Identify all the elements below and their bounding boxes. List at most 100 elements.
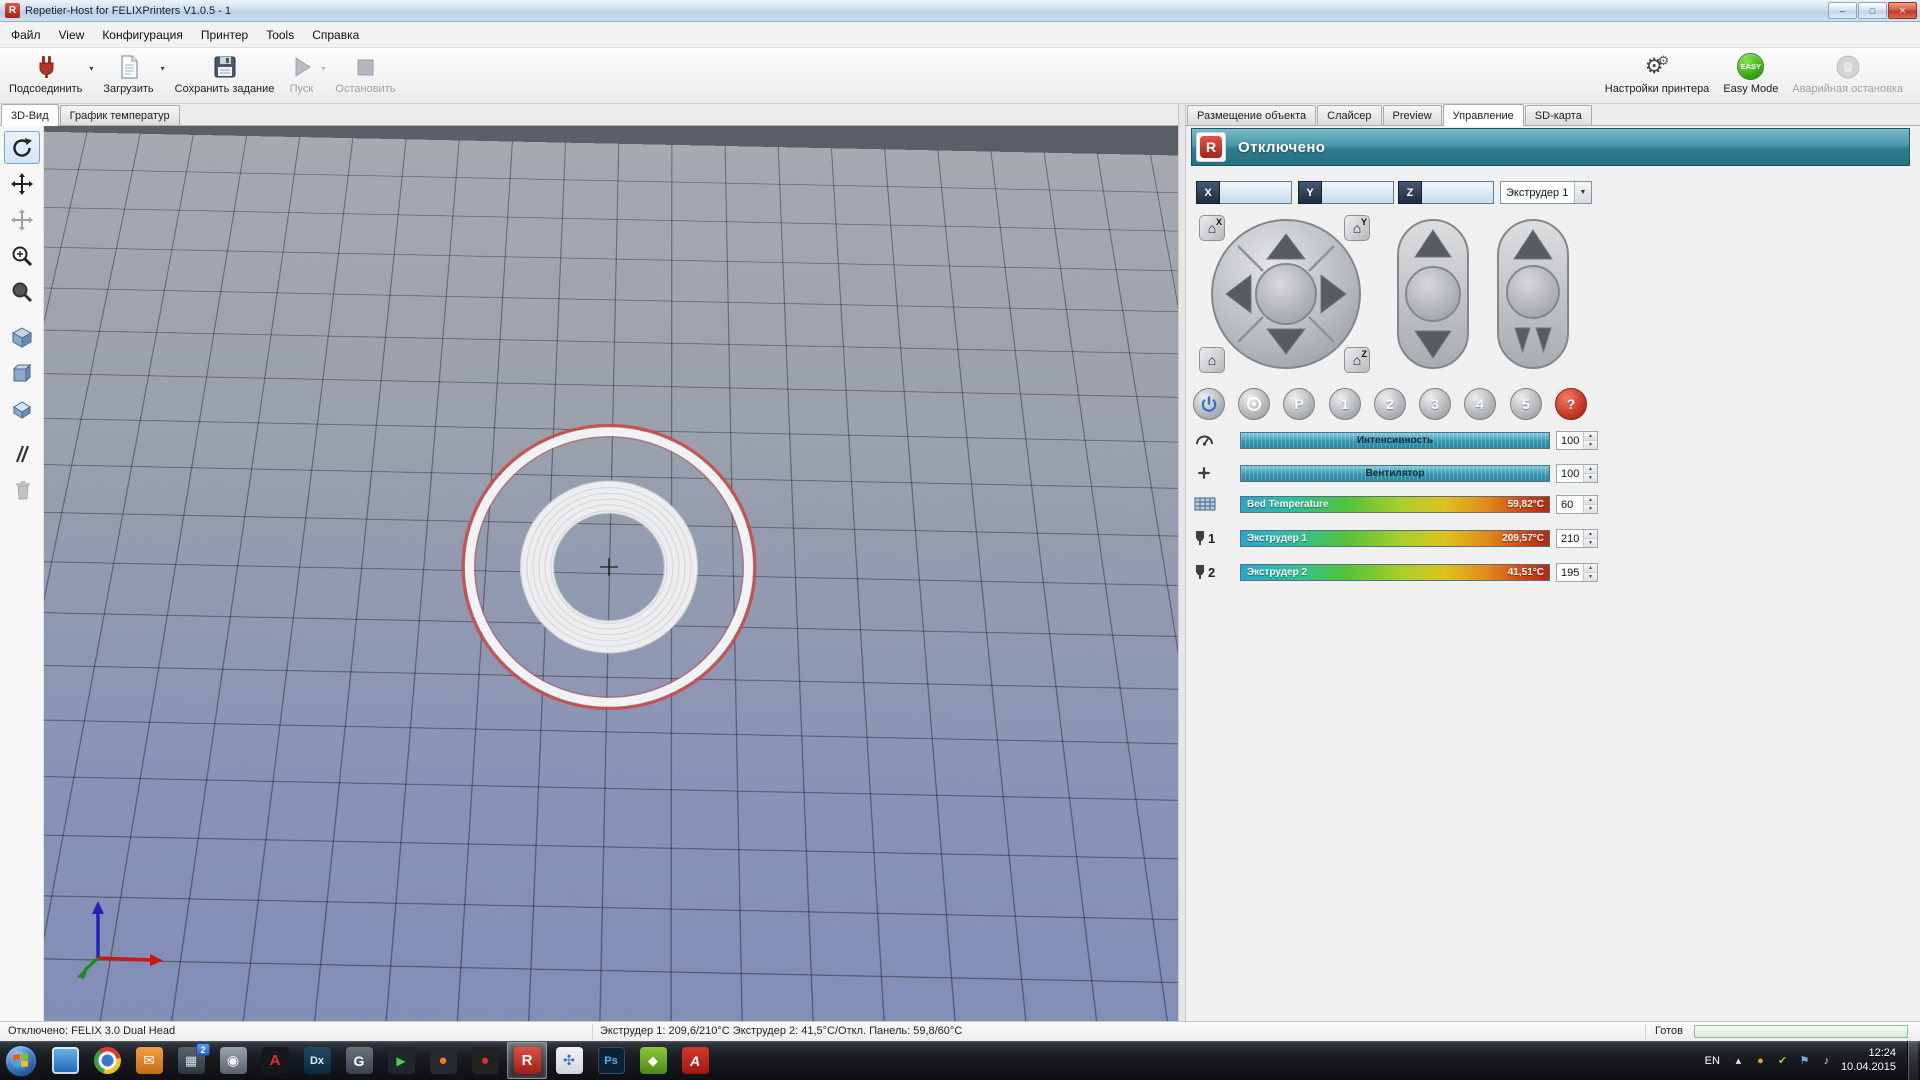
extruder1-temp-target[interactable]: 210 bbox=[1557, 530, 1583, 547]
taskbar-item-red-a[interactable]: A bbox=[255, 1042, 295, 1079]
script-5-button[interactable]: 5 bbox=[1510, 388, 1542, 420]
script-2-button[interactable]: 2 bbox=[1374, 388, 1406, 420]
tray-volume-icon[interactable]: ♪ bbox=[1819, 1055, 1834, 1067]
show-desktop-button[interactable] bbox=[1907, 1041, 1918, 1080]
spin-down-icon[interactable]: ▼ bbox=[1584, 473, 1597, 482]
pan-view-button[interactable] bbox=[4, 167, 40, 200]
taskbar-item-molecule[interactable]: ✣ bbox=[549, 1042, 589, 1079]
pane-splitter[interactable] bbox=[1178, 104, 1186, 1021]
3d-viewport[interactable] bbox=[44, 126, 1178, 1021]
load-button[interactable]: Загрузить bbox=[96, 49, 160, 102]
clock[interactable]: 12:24 10.04.2015 bbox=[1841, 1047, 1900, 1075]
tray-flag-icon[interactable]: ⚑ bbox=[1797, 1054, 1812, 1067]
extruder-select[interactable]: Экструдер 1 ▼ bbox=[1500, 181, 1592, 204]
isometric-view-button[interactable] bbox=[4, 320, 40, 353]
start-print-button[interactable]: Пуск bbox=[281, 49, 321, 102]
stop-print-button[interactable]: Остановить bbox=[328, 49, 402, 102]
close-button[interactable]: × bbox=[1888, 2, 1917, 19]
language-indicator[interactable]: EN bbox=[1701, 1052, 1724, 1070]
help-button[interactable]: ? bbox=[1555, 388, 1587, 420]
spin-down-icon[interactable]: ▼ bbox=[1584, 504, 1597, 513]
tray-update-icon[interactable]: ✔ bbox=[1775, 1054, 1790, 1067]
move-object-button[interactable] bbox=[4, 203, 40, 236]
menu-help[interactable]: Справка bbox=[303, 23, 368, 47]
taskbar-item-dx[interactable]: Dx bbox=[297, 1042, 337, 1079]
delete-object-button[interactable] bbox=[4, 473, 40, 506]
connect-button[interactable]: Подсоединить bbox=[2, 49, 89, 102]
printer-settings-button[interactable]: ⚙⚙ Настройки принтера bbox=[1598, 49, 1717, 102]
taskbar-item-repetier[interactable]: R bbox=[507, 1042, 547, 1079]
taskbar-item-photoshop[interactable]: Ps bbox=[591, 1042, 631, 1079]
connect-dropdown-arrow[interactable]: ▾ bbox=[89, 49, 96, 102]
x-position-field[interactable] bbox=[1220, 181, 1292, 204]
taskbar-item-acrobat[interactable]: A bbox=[675, 1042, 715, 1079]
tab-preview[interactable]: Preview bbox=[1383, 105, 1442, 125]
script-4-button[interactable]: 4 bbox=[1464, 388, 1496, 420]
y-position-field[interactable] bbox=[1322, 181, 1394, 204]
script-3-button[interactable]: 3 bbox=[1419, 388, 1451, 420]
tab-3d-view[interactable]: 3D-Вид bbox=[1, 104, 59, 126]
extruder2-temp-spinner[interactable]: 195 ▲ ▼ bbox=[1556, 563, 1598, 582]
home-y-button[interactable]: ⌂ Y bbox=[1344, 215, 1370, 241]
flow-rate-value[interactable]: 100 bbox=[1557, 432, 1583, 449]
home-x-button[interactable]: ⌂ X bbox=[1199, 215, 1225, 241]
minimize-button[interactable]: – bbox=[1828, 2, 1857, 19]
menu-file[interactable]: Файл bbox=[2, 23, 50, 47]
atx-power-button[interactable] bbox=[1238, 388, 1270, 420]
home-all-button[interactable]: ⌂ bbox=[1199, 347, 1225, 373]
tab-sd-card[interactable]: SD-карта bbox=[1525, 105, 1592, 125]
spin-down-icon[interactable]: ▼ bbox=[1584, 440, 1597, 449]
start-button[interactable] bbox=[2, 1042, 40, 1079]
menu-printer[interactable]: Принтер bbox=[192, 23, 257, 47]
front-view-button[interactable] bbox=[4, 356, 40, 389]
tab-object-placement[interactable]: Размещение объекта bbox=[1187, 105, 1316, 125]
emergency-stop-button[interactable]: Аварийная остановка bbox=[1785, 49, 1910, 102]
move-xy-pad[interactable] bbox=[1208, 216, 1364, 372]
spin-up-icon[interactable]: ▲ bbox=[1584, 564, 1597, 572]
taskbar-item-media[interactable]: ▶ bbox=[381, 1042, 421, 1079]
home-z-button[interactable]: ⌂ Z bbox=[1344, 347, 1370, 373]
menu-view[interactable]: View bbox=[50, 23, 94, 47]
bed-temp-target[interactable]: 60 bbox=[1557, 496, 1583, 513]
extruder2-temp-target[interactable]: 195 bbox=[1557, 564, 1583, 581]
taskbar-item-mail[interactable]: ✉ bbox=[129, 1042, 169, 1079]
spin-down-icon[interactable]: ▼ bbox=[1584, 538, 1597, 547]
extruder-pad[interactable] bbox=[1496, 218, 1570, 370]
maximize-button[interactable]: □ bbox=[1858, 2, 1887, 19]
rotate-view-button[interactable] bbox=[4, 131, 40, 164]
taskbar-item-green-app[interactable]: ◆ bbox=[633, 1042, 673, 1079]
spin-up-icon[interactable]: ▲ bbox=[1584, 465, 1597, 473]
spin-down-icon[interactable]: ▼ bbox=[1584, 572, 1597, 581]
tab-temp-graph[interactable]: График температур bbox=[60, 105, 180, 125]
taskbar-item-grid-app[interactable]: ▦ 2 bbox=[171, 1042, 211, 1079]
power-button[interactable] bbox=[1193, 388, 1225, 420]
park-button[interactable]: P bbox=[1283, 388, 1315, 420]
top-view-button[interactable] bbox=[4, 392, 40, 425]
move-z-pad[interactable] bbox=[1396, 218, 1470, 370]
menu-tools[interactable]: Tools bbox=[257, 23, 303, 47]
save-job-button[interactable]: Сохранить задание bbox=[168, 49, 282, 102]
easy-mode-button[interactable]: EASY Easy Mode bbox=[1716, 49, 1785, 102]
taskbar-item-camera[interactable]: ◉ bbox=[213, 1042, 253, 1079]
spin-up-icon[interactable]: ▲ bbox=[1584, 530, 1597, 538]
taskbar-item-chrome[interactable] bbox=[87, 1042, 127, 1079]
load-dropdown-arrow[interactable]: ▾ bbox=[161, 49, 168, 102]
extruder1-temp-spinner[interactable]: 210 ▲ ▼ bbox=[1556, 529, 1598, 548]
taskbar-item-explorer[interactable] bbox=[45, 1042, 85, 1079]
taskbar-item-red-ball[interactable]: ● bbox=[465, 1042, 505, 1079]
flow-rate-slider[interactable]: Интенсивность bbox=[1240, 432, 1550, 449]
tray-orange-app-icon[interactable]: ● bbox=[1753, 1055, 1768, 1067]
tray-expand-icon[interactable]: ▴ bbox=[1731, 1054, 1746, 1067]
fan-speed-value[interactable]: 100 bbox=[1557, 465, 1583, 482]
script-1-button[interactable]: 1 bbox=[1329, 388, 1361, 420]
taskbar-item-blender[interactable]: ● bbox=[423, 1042, 463, 1079]
flow-rate-spinner[interactable]: 100 ▲ ▼ bbox=[1556, 431, 1598, 450]
spin-up-icon[interactable]: ▲ bbox=[1584, 496, 1597, 504]
zoom-button[interactable] bbox=[4, 239, 40, 272]
zoom-fit-button[interactable] bbox=[4, 275, 40, 308]
parallel-projection-button[interactable] bbox=[4, 437, 40, 470]
taskbar-item-g-app[interactable]: G bbox=[339, 1042, 379, 1079]
spin-up-icon[interactable]: ▲ bbox=[1584, 432, 1597, 440]
fan-speed-slider[interactable]: Вентилятор bbox=[1240, 465, 1550, 482]
bed-temp-spinner[interactable]: 60 ▲ ▼ bbox=[1556, 495, 1598, 514]
